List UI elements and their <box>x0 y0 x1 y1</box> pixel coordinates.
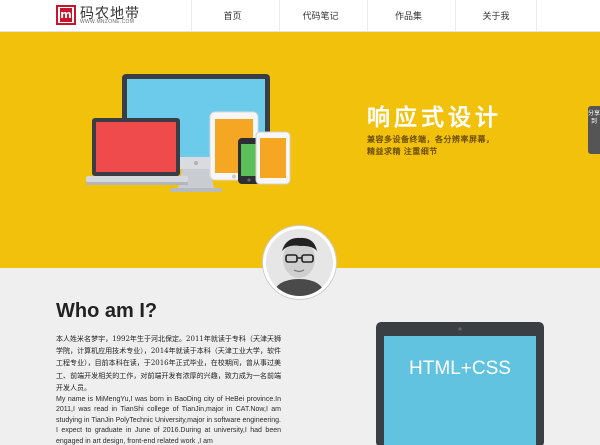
nav-item-home[interactable]: 首页 <box>191 0 273 32</box>
avatar-portrait-icon <box>266 229 333 296</box>
logo-subtitle: WWW.MNZONE.COM <box>80 19 135 25</box>
logo-mark-icon: m <box>56 5 76 25</box>
avatar <box>263 226 336 299</box>
share-label: 分享到 <box>588 111 600 125</box>
hero-title: 响应式设计 <box>367 105 502 131</box>
hero-subtitle-line1: 兼容多设备终端，各分辨率屏幕， <box>367 135 495 144</box>
code-screen-text: HTML+CSS <box>409 358 511 379</box>
about-intro-english: My name is MiMengYu,I was born in BaoDin… <box>56 396 281 445</box>
nav-item-code-notes[interactable]: 代码笔记 <box>279 0 361 32</box>
tablet-small-icon <box>255 131 291 185</box>
about-intro-chinese: 本人姓米名梦宇，1992年生于河北保定。2011年就读于专科（天津天狮学院，计算… <box>56 335 281 392</box>
hero-subtitle-line2: 精益求精 注重细节 <box>367 147 438 156</box>
nav-item-portfolio[interactable]: 作品集 <box>367 0 449 32</box>
monitor-frame-icon <box>376 322 544 445</box>
about-title: Who am I? <box>56 300 158 322</box>
devices-illustration <box>86 74 291 192</box>
share-tab[interactable]: 分享到 <box>588 106 600 154</box>
laptop-icon <box>86 118 188 185</box>
site-header: m 码农地带 WWW.MNZONE.COM 首页 代码笔记 作品集 关于我 <box>0 0 600 32</box>
nav-item-about[interactable]: 关于我 <box>455 0 537 32</box>
